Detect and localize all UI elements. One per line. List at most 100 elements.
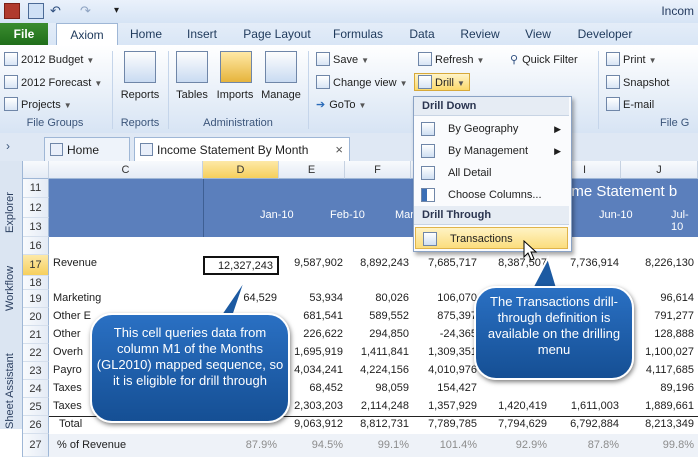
email-button[interactable]: E-mail bbox=[606, 96, 654, 114]
tab-home[interactable]: Home bbox=[126, 23, 166, 45]
close-tab-icon[interactable]: × bbox=[335, 138, 343, 162]
expand-pane-icon[interactable]: › bbox=[6, 139, 10, 153]
table-cell[interactable]: 7,789,785 bbox=[411, 418, 477, 430]
table-cell[interactable]: 101.4% bbox=[411, 439, 477, 451]
table-cell[interactable]: 154,427 bbox=[411, 382, 477, 394]
side-tab-sheet-assistant[interactable]: Sheet Assistant bbox=[0, 353, 22, 457]
row-header[interactable]: 18 bbox=[23, 276, 49, 290]
table-cell[interactable]: 8,226,130 bbox=[621, 257, 694, 269]
customize-toolbar-icon[interactable]: ▾ bbox=[114, 3, 130, 19]
table-cell[interactable]: 99.8% bbox=[621, 439, 694, 451]
table-cell[interactable]: 875,397 bbox=[411, 310, 477, 322]
doc-tab-income-statement[interactable]: Income Statement By Month × bbox=[134, 137, 350, 161]
column-header-f[interactable]: F bbox=[345, 161, 411, 179]
tab-file[interactable]: File bbox=[0, 23, 48, 45]
table-cell[interactable]: 99.1% bbox=[345, 439, 409, 451]
row-header[interactable]: 26 bbox=[23, 416, 49, 434]
table-cell[interactable]: 7,794,629 bbox=[479, 418, 547, 430]
tab-developer[interactable]: Developer bbox=[570, 23, 640, 45]
row-header[interactable]: 22 bbox=[23, 344, 49, 362]
table-cell[interactable]: 8,213,349 bbox=[621, 418, 694, 430]
table-cell[interactable]: 4,224,156 bbox=[345, 364, 409, 376]
table-cell[interactable]: 9,063,912 bbox=[279, 418, 343, 430]
table-cell[interactable]: 92.9% bbox=[479, 439, 547, 451]
table-cell[interactable]: 589,552 bbox=[345, 310, 409, 322]
undo-icon[interactable]: ↶ bbox=[50, 3, 66, 19]
print-button[interactable]: Print ▼ bbox=[606, 51, 657, 69]
table-cell[interactable]: 80,026 bbox=[345, 292, 409, 304]
row-header[interactable]: 25 bbox=[23, 398, 49, 416]
tables-icon[interactable] bbox=[176, 51, 208, 83]
tab-insert[interactable]: Insert bbox=[178, 23, 226, 45]
refresh-button[interactable]: Refresh ▼ bbox=[418, 51, 484, 69]
table-cell[interactable]: 294,850 bbox=[345, 328, 409, 340]
table-cell[interactable]: 1,611,003 bbox=[549, 400, 619, 412]
tab-page-layout[interactable]: Page Layout bbox=[238, 23, 316, 45]
table-cell[interactable]: 87.9% bbox=[203, 439, 277, 451]
menu-item-by-management[interactable]: By Management ▶ bbox=[414, 140, 569, 162]
redo-icon[interactable]: ↷ bbox=[80, 3, 96, 19]
row-header[interactable]: 13 bbox=[23, 218, 49, 237]
tab-review[interactable]: Review bbox=[454, 23, 506, 45]
tab-axiom[interactable]: Axiom bbox=[56, 23, 118, 45]
table-cell[interactable]: 87.8% bbox=[549, 439, 619, 451]
column-header-d[interactable]: D bbox=[203, 161, 279, 179]
reports-button[interactable]: Reports bbox=[114, 89, 166, 101]
row-header[interactable]: 23 bbox=[23, 362, 49, 380]
row-header[interactable]: 11 bbox=[23, 179, 49, 198]
menu-item-all-detail[interactable]: All Detail bbox=[414, 162, 569, 184]
row-header[interactable]: 12 bbox=[23, 198, 49, 218]
table-cell[interactable]: 1,309,351 bbox=[411, 346, 477, 358]
forecast-2012-button[interactable]: 2012 Forecast ▼ bbox=[4, 74, 102, 92]
row-header[interactable]: 16 bbox=[23, 237, 49, 255]
menu-item-transactions[interactable]: Transactions bbox=[415, 227, 568, 249]
doc-tab-home[interactable]: Home bbox=[44, 137, 130, 161]
tables-button[interactable]: Tables bbox=[170, 89, 214, 101]
table-cell[interactable]: 9,587,902 bbox=[279, 257, 343, 269]
budget-2012-button[interactable]: 2012 Budget ▼ bbox=[4, 51, 94, 69]
imports-icon[interactable] bbox=[220, 51, 252, 83]
row-header[interactable]: 21 bbox=[23, 326, 49, 344]
tab-data[interactable]: Data bbox=[402, 23, 442, 45]
goto-button[interactable]: ➔ GoTo ▼ bbox=[316, 96, 366, 114]
table-cell[interactable]: 8,812,731 bbox=[345, 418, 409, 430]
quick-filter-button[interactable]: ⚲ Quick Filter bbox=[510, 51, 578, 69]
table-cell[interactable]: 98,059 bbox=[345, 382, 409, 394]
table-cell[interactable]: 4,010,976 bbox=[411, 364, 477, 376]
save-button[interactable]: Save ▼ bbox=[316, 51, 369, 69]
table-cell[interactable]: 7,685,717 bbox=[411, 257, 477, 269]
table-cell[interactable]: 2,114,248 bbox=[345, 400, 409, 412]
menu-item-by-geography[interactable]: By Geography ▶ bbox=[414, 118, 569, 140]
projects-button[interactable]: Projects ▼ bbox=[4, 96, 72, 114]
tab-view[interactable]: View bbox=[518, 23, 558, 45]
manage-icon[interactable] bbox=[265, 51, 297, 83]
column-header-e[interactable]: E bbox=[279, 161, 345, 179]
reports-icon[interactable] bbox=[124, 51, 156, 83]
table-cell[interactable]: 106,070 bbox=[411, 292, 477, 304]
change-view-button[interactable]: Change view ▼ bbox=[316, 74, 408, 92]
row-header[interactable]: 27 bbox=[23, 434, 49, 457]
column-header-j[interactable]: J bbox=[621, 161, 698, 179]
column-header-c[interactable]: C bbox=[49, 161, 203, 179]
table-cell[interactable]: 53,934 bbox=[279, 292, 343, 304]
table-cell[interactable]: 7,736,914 bbox=[549, 257, 619, 269]
row-header[interactable]: 19 bbox=[23, 290, 49, 308]
imports-button[interactable]: Imports bbox=[212, 89, 258, 101]
table-cell[interactable]: 8,892,243 bbox=[345, 257, 409, 269]
table-cell[interactable]: 1,889,661 bbox=[621, 400, 694, 412]
menu-item-choose-columns[interactable]: Choose Columns... bbox=[414, 184, 569, 206]
selected-cell-d17[interactable]: 12,327,243 bbox=[203, 256, 279, 275]
table-cell[interactable]: 89,196 bbox=[621, 382, 694, 394]
table-cell[interactable]: 1,411,841 bbox=[345, 346, 409, 358]
row-header[interactable]: 17 bbox=[23, 255, 49, 276]
manage-button[interactable]: Manage bbox=[258, 89, 304, 101]
table-cell[interactable]: 64,529 bbox=[203, 292, 277, 304]
row-header[interactable]: 24 bbox=[23, 380, 49, 398]
snapshot-button[interactable]: Snapshot bbox=[606, 74, 669, 92]
select-all-corner[interactable] bbox=[23, 161, 49, 179]
table-cell[interactable]: 94.5% bbox=[279, 439, 343, 451]
table-cell[interactable]: 6,792,884 bbox=[549, 418, 619, 430]
save-icon[interactable] bbox=[28, 3, 44, 19]
table-cell[interactable]: 681,541 bbox=[279, 310, 343, 322]
table-cell[interactable]: 1,420,419 bbox=[479, 400, 547, 412]
